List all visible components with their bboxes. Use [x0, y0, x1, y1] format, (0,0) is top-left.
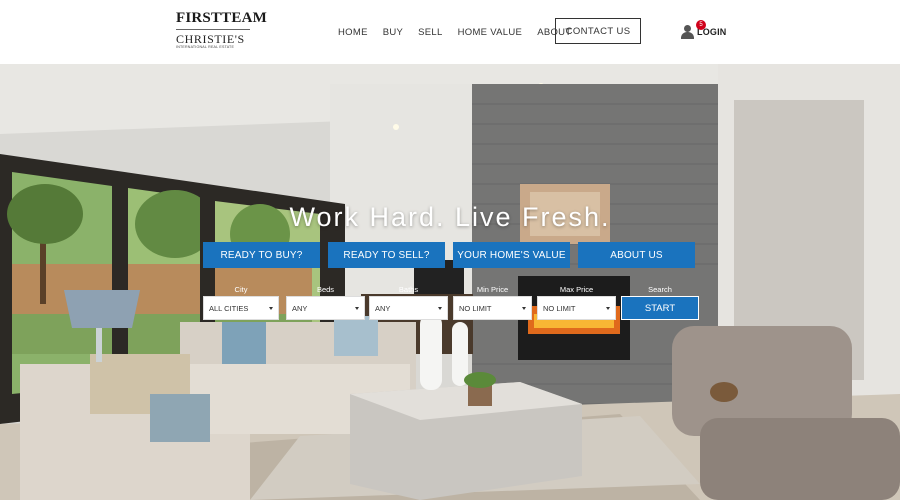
- logo-firstteam-text: FIRSTTEAM: [176, 10, 267, 26]
- main-nav: HOME BUY SELL HOME VALUE ABOUT: [338, 0, 586, 64]
- about-us-button[interactable]: ABOUT US: [578, 242, 695, 268]
- chevron-down-icon: [438, 307, 442, 310]
- logo-christies-text: CHRISTIE'S: [176, 32, 245, 46]
- max-price-select-value: NO LIMIT: [543, 303, 576, 313]
- living-room-background-image: [0, 64, 900, 500]
- chevron-down-icon: [522, 307, 526, 310]
- chevron-down-icon: [269, 307, 273, 310]
- nav-home-value[interactable]: HOME VALUE: [458, 27, 523, 38]
- max-price-label: Max Price: [559, 285, 594, 294]
- nav-home[interactable]: HOME: [338, 27, 368, 38]
- min-price-select-value: NO LIMIT: [459, 303, 492, 313]
- city-select[interactable]: ALL CITIES: [203, 296, 279, 320]
- beds-select[interactable]: ANY: [286, 296, 365, 320]
- search-label: Search: [648, 285, 672, 294]
- logo-divider: [176, 29, 250, 30]
- max-price-select[interactable]: NO LIMIT: [537, 296, 616, 320]
- baths-label: Baths: [398, 285, 419, 294]
- start-search-button[interactable]: START: [621, 296, 699, 320]
- hero-cta-row: READY TO BUY? READY TO SELL? YOUR HOME'S…: [203, 242, 703, 268]
- contact-us-button[interactable]: CONTACT US: [555, 18, 641, 44]
- chevron-down-icon: [606, 307, 610, 310]
- nav-buy[interactable]: BUY: [383, 27, 403, 38]
- chevron-down-icon: [355, 307, 359, 310]
- ready-to-sell-button[interactable]: READY TO SELL?: [328, 242, 445, 268]
- firstteam-christies-logo[interactable]: FIRSTTEAM CHRISTIE'S INTERNATIONAL REAL …: [176, 10, 267, 50]
- notification-badge: 5: [696, 20, 706, 30]
- ready-to-buy-button[interactable]: READY TO BUY?: [203, 242, 320, 268]
- baths-select[interactable]: ANY: [369, 296, 448, 320]
- beds-label: Beds: [316, 285, 335, 294]
- home-value-button[interactable]: YOUR HOME'S VALUE: [453, 242, 570, 268]
- min-price-select[interactable]: NO LIMIT: [453, 296, 532, 320]
- site-header: FIRSTTEAM CHRISTIE'S INTERNATIONAL REAL …: [0, 0, 900, 64]
- beds-select-value: ANY: [292, 303, 308, 313]
- min-price-label: Min Price: [476, 285, 509, 294]
- nav-sell[interactable]: SELL: [418, 27, 442, 38]
- city-label: City: [234, 285, 248, 294]
- hero-tagline: Work Hard. Live Fresh.: [289, 202, 611, 232]
- user-icon: [681, 25, 694, 39]
- hero-section: Work Hard. Live Fresh. READY TO BUY? REA…: [0, 64, 900, 500]
- property-search-form: City ALL CITIES Beds ANY Baths ANY Min P…: [203, 285, 703, 325]
- city-select-value: ALL CITIES: [209, 303, 249, 313]
- baths-select-value: ANY: [375, 303, 391, 313]
